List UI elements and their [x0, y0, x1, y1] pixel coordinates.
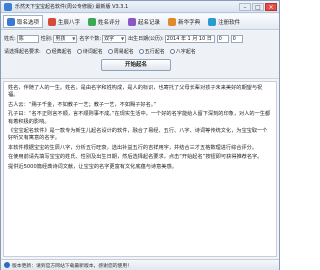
option-poetry[interactable]: 诗词起名 [76, 48, 103, 55]
toolbar: 取名选项 生辰八字 姓名评分 起名记录 新华字典 注册软件 [1, 14, 279, 30]
tab-register[interactable]: 注册软件 [205, 15, 243, 28]
info-icon [4, 262, 10, 268]
paragraph: 《宝宝起名软件》是一款专为新生儿起名设计的软件，融合了易经、五行、八字、诗词等传… [8, 128, 268, 142]
dictionary-icon [168, 17, 177, 26]
radio-button[interactable] [107, 49, 113, 54]
tab-label: 注册软件 [218, 19, 241, 26]
tab-label: 起名记录 [138, 19, 161, 26]
requirement-label: 请选择起名要求: [4, 49, 41, 55]
tab-label: 生辰八字 [58, 19, 81, 26]
close-button[interactable]: × [265, 2, 277, 11]
name-length-select[interactable]: 双字 ▼ [102, 34, 127, 43]
minute-value: 0 [232, 35, 236, 42]
window-title: 乐然天下宝宝起名软件(周公专修版) 最新版 V3.3.1 [15, 4, 129, 10]
paragraph: 提供近5000篇经典诗词文献，让宝宝的名字更富有文化底蕴与诗意美感。 [8, 163, 177, 170]
option-wuxing[interactable]: 五行起名 [138, 48, 165, 55]
calendar-icon [48, 17, 57, 26]
tab-naming-options[interactable]: 取名选项 [3, 15, 44, 28]
tab-label: 取名选项 [17, 19, 40, 26]
naming-requirement-row: 请选择起名要求: 经典起名 诗词起名 周易起名 五行起名 八字起名 [4, 47, 276, 56]
chevron-down-icon: ▼ [72, 35, 76, 41]
paragraph: 姓名，伴随了人的一生。姓名，是由名字和姓构成，是人的标识，也寄托了父母长辈对孩子… [8, 85, 263, 99]
gender-value: 男孩 [55, 35, 66, 42]
start-naming-button[interactable]: 开始起名 [101, 59, 171, 71]
birthday-value: 2014 年 1 月 10 日 [166, 35, 212, 42]
info-text-area[interactable]: 姓名，伴随了人的一生。姓名，是由名字和姓构成，是人的标识，也寄托了父母长辈对孩子… [3, 81, 277, 257]
window-controls: – □ × [239, 2, 277, 11]
radio-button[interactable] [169, 49, 175, 54]
name-length-value: 双字 [104, 35, 115, 42]
surname-label: 姓氏: [4, 36, 16, 42]
minimize-button[interactable]: – [239, 2, 251, 11]
paragraph: 古人云：“赐子千金，不如教子一艺；教子一艺，不如赐子好名。” [8, 101, 157, 108]
tab-dictionary[interactable]: 新华字典 [165, 15, 203, 28]
option-label: 五行起名 [144, 49, 165, 55]
option-label: 周易起名 [113, 49, 134, 55]
option-label: 八字起名 [175, 49, 196, 55]
option-label: 诗词起名 [82, 49, 103, 55]
birthday-picker[interactable]: 2014 年 1 月 10 日 [164, 34, 215, 43]
tab-name-score[interactable]: 姓名评分 [85, 15, 123, 28]
naming-options-panel: 姓氏: 陈 性别: 男孩 ▼ 名字个数: 双字 ▼ 出生日期(公历): 2014… [1, 31, 279, 79]
option-bazi[interactable]: 八字起名 [169, 48, 196, 55]
basic-info-row: 姓氏: 陈 性别: 男孩 ▼ 名字个数: 双字 ▼ 出生日期(公历): 2014… [4, 34, 276, 43]
app-icon [4, 2, 12, 11]
radio-button[interactable] [45, 49, 51, 54]
option-zhouyi[interactable]: 周易起名 [107, 48, 134, 55]
options-icon [7, 17, 15, 26]
surname-value: 陈 [18, 35, 24, 42]
radio-button[interactable] [76, 49, 82, 54]
tab-label: 新华字典 [178, 19, 201, 26]
tab-label: 姓名评分 [98, 19, 121, 26]
tab-birth-bazi[interactable]: 生辰八字 [45, 15, 83, 28]
paragraph: 孔子曰：“名不正则言不顺，言不顺则事不成。”在现实生活中，一个好的名字能给人留下… [8, 111, 271, 125]
record-icon [128, 17, 137, 26]
name-length-label: 名字个数: [79, 36, 102, 42]
birthday-label: 出生日期(公历): [128, 36, 164, 42]
app-window: 乐然天下宝宝起名软件(周公专修版) 最新版 V3.3.1 – □ × 取名选项 … [0, 0, 280, 270]
status-bar: 版本更新：请到官方网站下载最新版本，感谢您的使用！ [1, 259, 279, 270]
radio-button[interactable] [138, 49, 144, 54]
option-classic[interactable]: 经典起名 [45, 48, 72, 55]
status-text: 版本更新：请到官方网站下载最新版本，感谢您的使用！ [12, 263, 132, 269]
score-icon [88, 17, 97, 26]
tab-naming-records[interactable]: 起名记录 [125, 15, 163, 28]
gender-label: 性别: [40, 36, 53, 42]
paragraph: 本软件根据宝宝的生辰八字，分析五行旺衰，选出补益五行的吉祥用字，并结合三才五格数… [8, 144, 258, 151]
paragraph: 在使用前请先填写宝宝的姓氏、性别及出生日期，然后选择起名要求，点击“开始起名”按… [8, 154, 263, 161]
gender-select[interactable]: 男孩 ▼ [53, 34, 78, 43]
surname-input[interactable]: 陈 [16, 34, 39, 43]
register-icon [208, 17, 217, 26]
option-label: 经典起名 [51, 49, 72, 55]
hour-value: 0 [218, 35, 222, 42]
maximize-button[interactable]: □ [252, 2, 264, 11]
title-bar[interactable]: 乐然天下宝宝起名软件(周公专修版) 最新版 V3.3.1 – □ × [1, 1, 279, 13]
hour-select[interactable]: 0 [216, 34, 229, 43]
minute-select[interactable]: 0 [230, 34, 243, 43]
chevron-down-icon: ▼ [120, 35, 125, 41]
